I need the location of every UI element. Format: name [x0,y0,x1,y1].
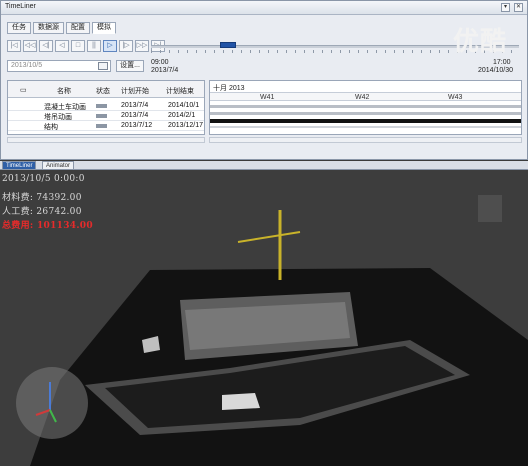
hud-material-cost: 材料费: 74392.00 [2,193,82,203]
tab-timeliner[interactable]: TimeLiner [2,161,37,170]
status-indicator [96,114,107,118]
col-name[interactable]: 名称 [57,86,71,96]
tab-tasks[interactable]: 任务 [7,22,31,34]
play-icon[interactable]: ▷ [103,40,117,52]
tab-animator[interactable]: Animator [42,161,75,170]
task-end: 2014/10/1 [168,102,200,109]
settings-button[interactable]: 设置... [116,60,144,72]
table-row[interactable]: 结构 2013/7/12 2013/12/17 [8,121,204,131]
pin-icon[interactable]: ▾ [501,3,510,12]
gantt-week-header: W41 W42 W43 [210,92,521,101]
start-time: 09:00 [151,59,169,66]
playback-toolbar: |◁ ◁◁ ◁| ◁ □ || ▷ |▷ ▷▷ ▷| [7,40,165,52]
gantt-bar[interactable] [210,105,521,108]
tab-simulate[interactable]: 模拟 [92,22,116,34]
titlebar: TimeLiner ▾ ✕ [1,1,527,15]
start-date: 2013/7/4 [151,67,179,74]
slider-thumb[interactable] [220,42,237,48]
status-indicator [96,104,107,108]
task-end: 2014/2/1 [168,112,196,119]
tab-data-sources[interactable]: 数据源 [33,22,64,34]
end-time: 17:00 [493,59,511,66]
window-title: TimeLiner [5,3,36,10]
gantt-week: W42 [355,94,370,101]
reverse-play-icon[interactable]: ◁| [39,40,53,52]
pause-icon[interactable]: || [87,40,101,52]
end-date: 2014/10/30 [478,67,514,74]
gantt-week: W41 [260,94,275,101]
task-start: 2013/7/12 [121,122,153,129]
hud-total-cost: 总费用: 101134.00 [2,221,93,231]
col-status[interactable]: 状态 [96,86,110,96]
task-end: 2013/12/17 [168,122,204,129]
step-forward-icon[interactable]: |▷ [119,40,133,52]
gantt-week: W43 [448,94,463,101]
task-start: 2013/7/4 [121,102,149,109]
3d-viewport[interactable]: 2013/10/5 0:00:0 材料费: 74392.00 人工费: 2674… [0,170,528,466]
gantt-scrollbar[interactable] [209,137,522,143]
watermark-logo: 优酷 [452,27,507,57]
col-plan-start[interactable]: 计划开始 [121,86,149,96]
hud-datetime: 2013/10/5 0:00:0 [2,174,85,184]
current-date-field[interactable]: 2013/10/5 [7,60,111,72]
step-back-icon[interactable]: ◁◁ [23,40,37,52]
table-row[interactable]: 塔吊动画 2013/7/4 2014/2/1 [8,111,204,121]
grid-scrollbar[interactable] [7,137,205,143]
task-grid: ▭ 名称 状态 计划开始 计划结束 混凝土车动画 2013/7/4 2014/1… [7,80,205,135]
gantt-chart: 十月 2013 W41 W42 W43 [209,80,522,135]
grid-header: ▭ 名称 状态 计划开始 计划结束 [8,81,204,98]
col-plan-end[interactable]: 计划结束 [166,86,194,96]
reverse-icon[interactable]: ◁ [55,40,69,52]
go-to-start-icon[interactable]: |◁ [7,40,21,52]
timeliner-panel: TimeLiner ▾ ✕ 任务 数据源 配置 模拟 |◁ ◁◁ ◁| ◁ □ … [0,0,528,160]
hud-labor-cost: 人工费: 26742.00 [2,207,82,217]
stop-icon[interactable]: □ [71,40,85,52]
comment-icon: ▭ [20,87,27,94]
gantt-bar[interactable] [210,126,521,128]
close-icon[interactable]: ✕ [514,3,523,12]
fast-forward-icon[interactable]: ▷▷ [135,40,149,52]
gantt-bar[interactable] [210,112,521,115]
table-row[interactable]: 混凝土车动画 2013/7/4 2014/10/1 [8,101,204,111]
task-start: 2013/7/4 [121,112,149,119]
tab-strip: 任务 数据源 配置 模拟 [7,22,116,34]
bottom-tab-strip: TimeLiner Animator [0,161,528,170]
gantt-bar[interactable] [210,119,521,123]
tab-configure[interactable]: 配置 [66,22,90,34]
status-indicator [96,124,107,128]
task-name: 结构 [44,124,58,131]
calendar-icon[interactable] [98,62,108,70]
